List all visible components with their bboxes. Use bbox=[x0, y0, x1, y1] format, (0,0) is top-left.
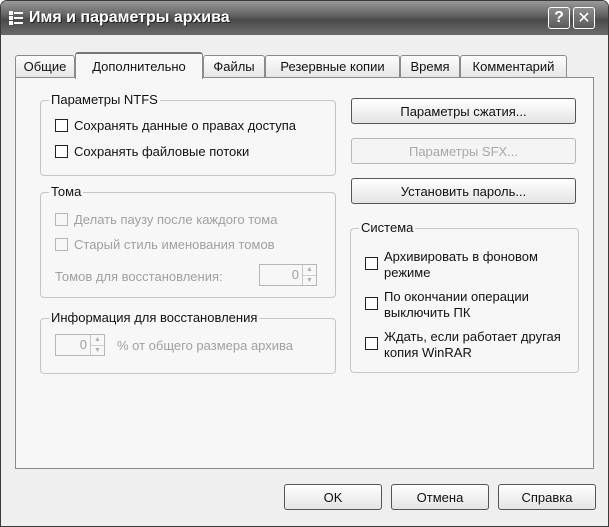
checkbox-label: Сохранять файловые потоки bbox=[74, 144, 250, 159]
system-group-title: Система bbox=[359, 220, 416, 235]
ntfs-group: Параметры NTFS Сохранять данные о правах… bbox=[40, 92, 336, 176]
checkbox-box[interactable] bbox=[55, 119, 68, 132]
button-label: Установить пароль... bbox=[400, 183, 527, 199]
button-label: Параметры SFX... bbox=[408, 143, 519, 159]
checkbox-box[interactable] bbox=[55, 213, 68, 226]
spin-down-icon[interactable]: ▼ bbox=[91, 344, 104, 356]
set-password-button[interactable]: Установить пароль... bbox=[351, 178, 576, 204]
recovery-info-group: Информация для восстановления 0 ▲ ▼ % от… bbox=[40, 310, 336, 374]
checkbox-label: Ждать, если работает другая копия WinRAR bbox=[384, 329, 561, 360]
close-title-button[interactable]: ✕ bbox=[573, 7, 595, 29]
ok-button[interactable]: OK bbox=[284, 484, 382, 510]
tab-label: Комментарий bbox=[472, 59, 555, 74]
spinner-arrows[interactable]: ▲ ▼ bbox=[90, 335, 104, 355]
system-group: Система Архивировать в фоновом режиме По… bbox=[350, 220, 579, 373]
checkbox-box[interactable] bbox=[365, 297, 378, 310]
checkbox-label: По окончании операции выключить ПК bbox=[384, 289, 529, 320]
close-icon: ✕ bbox=[577, 10, 591, 27]
volumes-group: Тома Делать паузу после каждого тома Ста… bbox=[40, 184, 336, 298]
sfx-settings-button[interactable]: Параметры SFX... bbox=[351, 138, 576, 164]
recovery-percent-spinner[interactable]: 0 ▲ ▼ bbox=[55, 334, 105, 356]
checkbox-label: Делать паузу после каждого тома bbox=[74, 212, 278, 227]
checkbox-label: Старый стиль именования томов bbox=[74, 237, 275, 252]
shutdown-checkbox[interactable]: По окончании операции выключить ПК bbox=[365, 289, 574, 321]
tab-advanced[interactable]: Дополнительно bbox=[75, 52, 203, 79]
compression-settings-button[interactable]: Параметры сжатия... bbox=[351, 98, 576, 124]
pause-after-volume-checkbox[interactable]: Делать паузу после каждого тома bbox=[55, 212, 277, 228]
spinner-arrows[interactable]: ▲ ▼ bbox=[302, 265, 316, 285]
checkbox-box[interactable] bbox=[55, 238, 68, 251]
button-label: OK bbox=[323, 489, 343, 505]
title-bar[interactable]: Имя и параметры архива ? ✕ bbox=[1, 1, 608, 35]
tab-comment[interactable]: Комментарий bbox=[460, 55, 567, 77]
tab-label: Время bbox=[410, 59, 450, 74]
wait-other-copy-checkbox[interactable]: Ждать, если работает другая копия WinRAR bbox=[365, 329, 574, 361]
ntfs-group-title: Параметры NTFS bbox=[49, 92, 160, 107]
recovery-volumes-spinner[interactable]: 0 ▲ ▼ bbox=[259, 264, 317, 286]
tab-time[interactable]: Время bbox=[400, 55, 460, 77]
background-archive-checkbox[interactable]: Архивировать в фоновом режиме bbox=[365, 249, 574, 281]
tab-backup[interactable]: Резервные копии bbox=[265, 55, 400, 77]
recovery-info-title: Информация для восстановления bbox=[49, 310, 260, 325]
help-button[interactable]: Справка bbox=[498, 484, 596, 510]
spinner-value[interactable]: 0 bbox=[56, 335, 90, 355]
window-title: Имя и параметры архива bbox=[29, 9, 230, 26]
button-label: Справка bbox=[521, 489, 573, 505]
help-title-button[interactable]: ? bbox=[548, 7, 570, 29]
recovery-percent-suffix: % от общего размера архива bbox=[117, 338, 294, 353]
help-icon: ? bbox=[554, 9, 564, 26]
tab-general[interactable]: Общие bbox=[15, 55, 75, 77]
save-access-checkbox[interactable]: Сохранять данные о правах доступа bbox=[55, 118, 296, 134]
winrar-app-icon bbox=[8, 10, 24, 26]
recovery-volumes-label: Томов для восстановления: bbox=[55, 269, 223, 284]
volumes-group-title: Тома bbox=[49, 184, 84, 199]
tab-label: Дополнительно bbox=[92, 59, 186, 74]
tab-label: Файлы bbox=[213, 59, 255, 74]
cancel-button[interactable]: Отмена bbox=[391, 484, 489, 510]
spin-down-icon[interactable]: ▼ bbox=[303, 274, 316, 286]
old-style-names-checkbox[interactable]: Старый стиль именования томов bbox=[55, 237, 275, 253]
button-label: Отмена bbox=[416, 489, 464, 505]
checkbox-box[interactable] bbox=[365, 257, 378, 270]
checkbox-label: Сохранять данные о правах доступа bbox=[74, 118, 296, 133]
tab-label: Общие bbox=[23, 59, 67, 74]
spin-up-icon[interactable]: ▲ bbox=[303, 265, 316, 275]
archive-dialog: Имя и параметры архива ? ✕ Общие Дополни… bbox=[0, 0, 609, 527]
tab-label: Резервные копии bbox=[280, 59, 385, 74]
save-streams-checkbox[interactable]: Сохранять файловые потоки bbox=[55, 144, 249, 160]
spin-up-icon[interactable]: ▲ bbox=[91, 335, 104, 345]
button-label: Параметры сжатия... bbox=[400, 103, 527, 119]
spinner-value[interactable]: 0 bbox=[260, 265, 302, 285]
tab-panel-advanced: Параметры NTFS Сохранять данные о правах… bbox=[15, 77, 594, 469]
checkbox-label: Архивировать в фоновом режиме bbox=[384, 249, 538, 280]
tab-files[interactable]: Файлы bbox=[203, 55, 265, 77]
checkbox-box[interactable] bbox=[365, 337, 378, 350]
checkbox-box[interactable] bbox=[55, 145, 68, 158]
